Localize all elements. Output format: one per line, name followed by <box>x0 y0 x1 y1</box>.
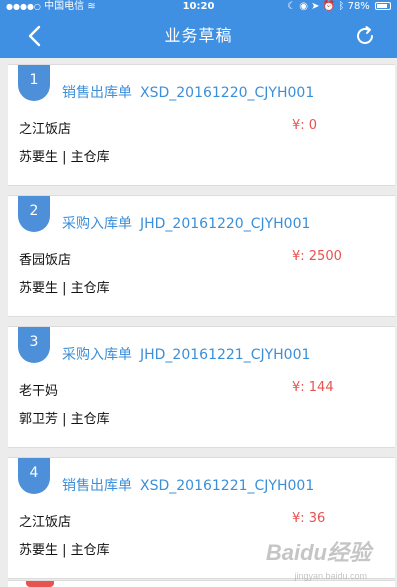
customer-name: 老干妈 <box>19 384 59 399</box>
staff-warehouse: 苏要生 | 主仓库 <box>19 281 110 296</box>
document-code: JHD_20161221_CJYH001 <box>140 347 311 363</box>
draft-card[interactable]: 1 销售出库单 XSD_20161220_CJYH001 之江饭店 ¥: 0 苏要… <box>8 64 395 186</box>
document-type: 销售出库单 <box>62 478 132 494</box>
document-type: 销售出库单 <box>62 85 132 101</box>
lock-rotation-icon: ◉ <box>299 1 308 12</box>
page-title: 业务草稿 <box>164 26 233 45</box>
nav-bar: 业务草稿 <box>0 14 397 58</box>
staff-warehouse: 郭卫芳 | 主仓库 <box>19 412 110 427</box>
document-title: 销售出库单 XSD_20161220_CJYH001 <box>62 82 314 102</box>
bluetooth-icon: ᛒ <box>338 1 345 12</box>
amount: ¥: 36 <box>292 511 326 526</box>
customer-name: 之江饭店 <box>19 122 72 137</box>
alarm-icon: ⏰ <box>322 1 336 12</box>
amount: ¥: 0 <box>292 118 318 133</box>
index-badge: 4 <box>18 458 50 494</box>
battery-percent: 78% <box>347 1 370 12</box>
draft-card[interactable]: 3 采购入库单 JHD_20161221_CJYH001 老干妈 ¥: 144 郭… <box>8 326 395 448</box>
battery-icon <box>375 2 391 10</box>
amount: ¥: 144 <box>292 380 334 395</box>
draft-card-partial[interactable] <box>8 580 395 587</box>
watermark-logo: Baidu经验 <box>265 540 371 565</box>
refresh-button[interactable] <box>353 24 377 48</box>
document-code: XSD_20161220_CJYH001 <box>140 85 315 101</box>
staff-warehouse: 苏要生 | 主仓库 <box>19 543 110 558</box>
document-type: 采购入库单 <box>62 347 132 363</box>
customer-name: 香园饭店 <box>19 253 72 268</box>
document-title: 销售出库单 XSD_20161221_CJYH001 <box>62 475 314 495</box>
status-bar: ●●●●○ 中国电信 ≋ 10:20 ☾ ◉ ➤ ⏰ ᛒ 78% <box>0 0 397 14</box>
index-badge: 1 <box>18 65 50 101</box>
watermark-url: jingyan.baidu.com <box>294 571 367 581</box>
draft-card[interactable]: 2 采购入库单 JHD_20161220_CJYH001 香园饭店 ¥: 2500… <box>8 195 395 317</box>
index-badge: 2 <box>18 196 50 232</box>
document-title: 采购入库单 JHD_20161220_CJYH001 <box>62 213 310 233</box>
document-title: 采购入库单 JHD_20161221_CJYH001 <box>62 344 310 364</box>
index-badge: 3 <box>18 327 50 363</box>
moon-icon: ☾ <box>287 1 297 12</box>
document-code: XSD_20161221_CJYH001 <box>140 478 315 494</box>
amount: ¥: 2500 <box>292 249 342 264</box>
document-type: 采购入库单 <box>62 216 132 232</box>
refresh-icon <box>357 26 373 44</box>
location-icon: ➤ <box>311 1 320 12</box>
index-badge-partial <box>26 581 54 587</box>
status-right: ☾ ◉ ➤ ⏰ ᛒ 78% <box>287 0 391 14</box>
customer-name: 之江饭店 <box>19 515 72 530</box>
document-code: JHD_20161220_CJYH001 <box>140 216 311 232</box>
app-screen: ●●●●○ 中国电信 ≋ 10:20 ☾ ◉ ➤ ⏰ ᛒ 78% 业务草稿 1 … <box>0 0 397 587</box>
staff-warehouse: 苏要生 | 主仓库 <box>19 150 110 165</box>
